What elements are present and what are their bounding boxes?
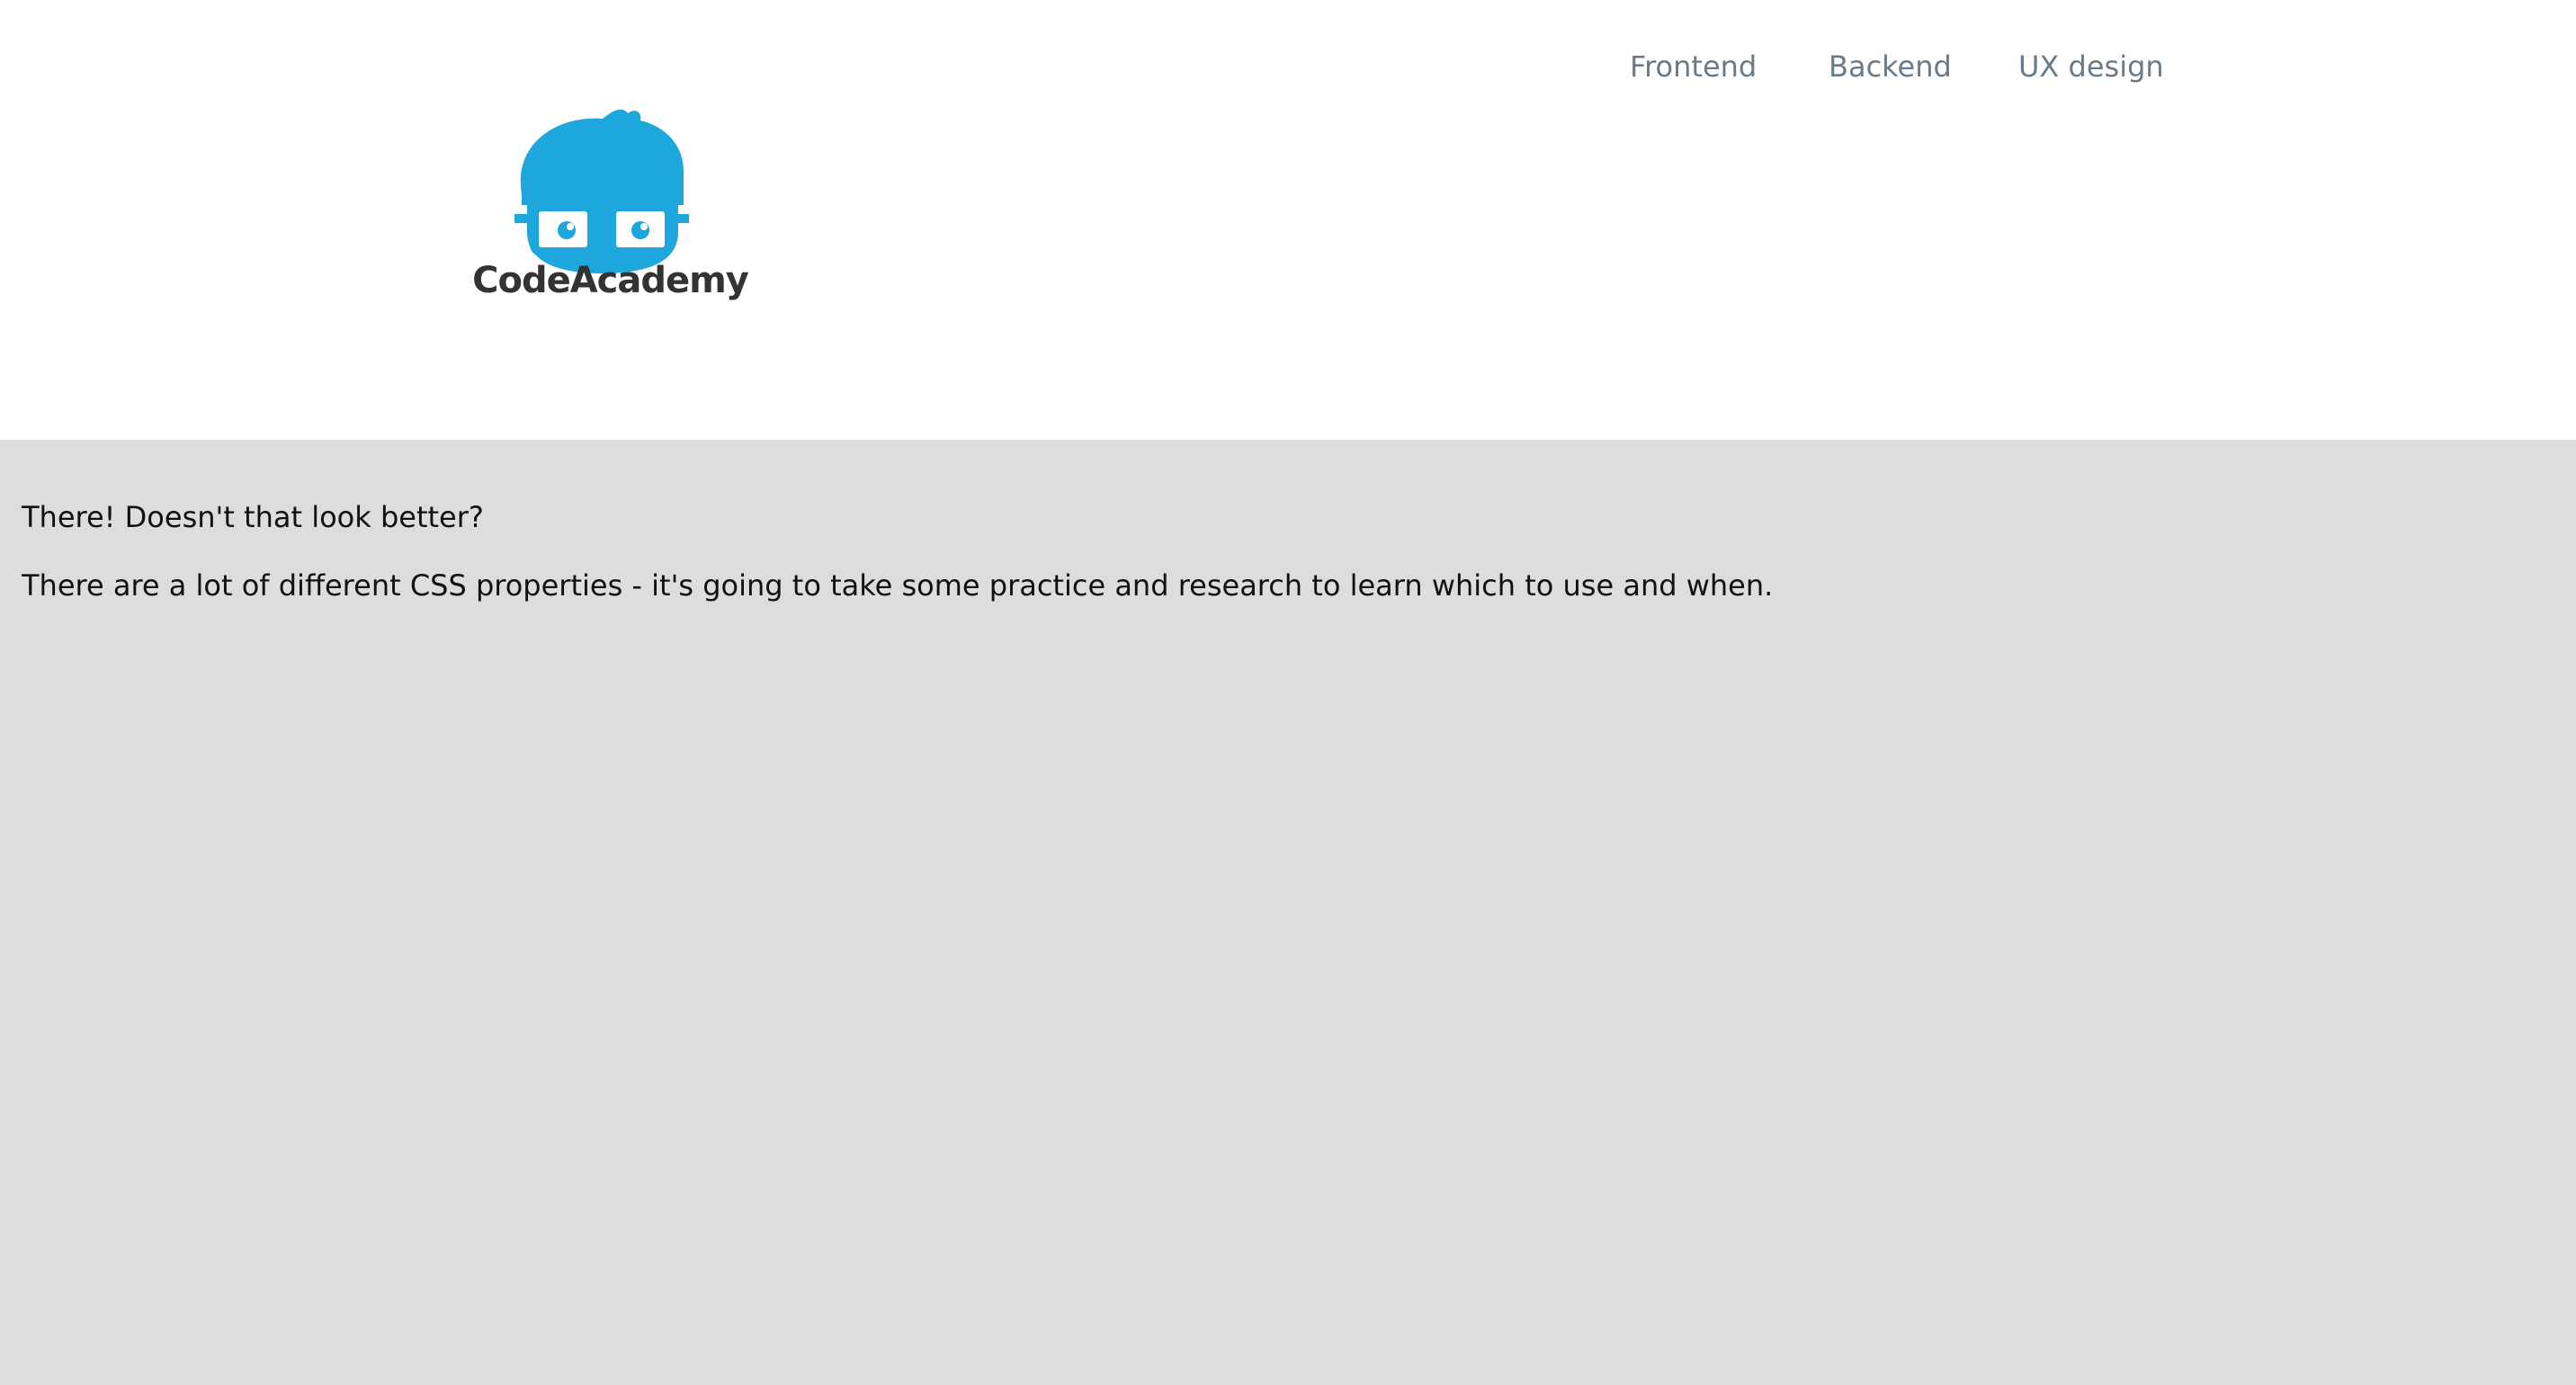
main-content: There! Doesn't that look better? There a… <box>22 496 2540 606</box>
body-paragraph: There are a lot of different CSS propert… <box>22 568 1774 603</box>
site-header: CodeAcademy Frontend Backend UX design <box>0 0 2576 440</box>
main-nav: Frontend Backend UX design <box>0 47 2576 92</box>
nav-link-frontend[interactable]: Frontend <box>1630 47 1757 86</box>
codeacademy-logo[interactable]: CodeAcademy <box>464 106 756 309</box>
intro-paragraph: There! Doesn't that look better? <box>22 500 484 534</box>
nav-link-ux-design[interactable]: UX design <box>2018 47 2164 86</box>
logo-wordmark: CodeAcademy <box>472 260 749 301</box>
nav-link-backend[interactable]: Backend <box>1829 47 1952 86</box>
